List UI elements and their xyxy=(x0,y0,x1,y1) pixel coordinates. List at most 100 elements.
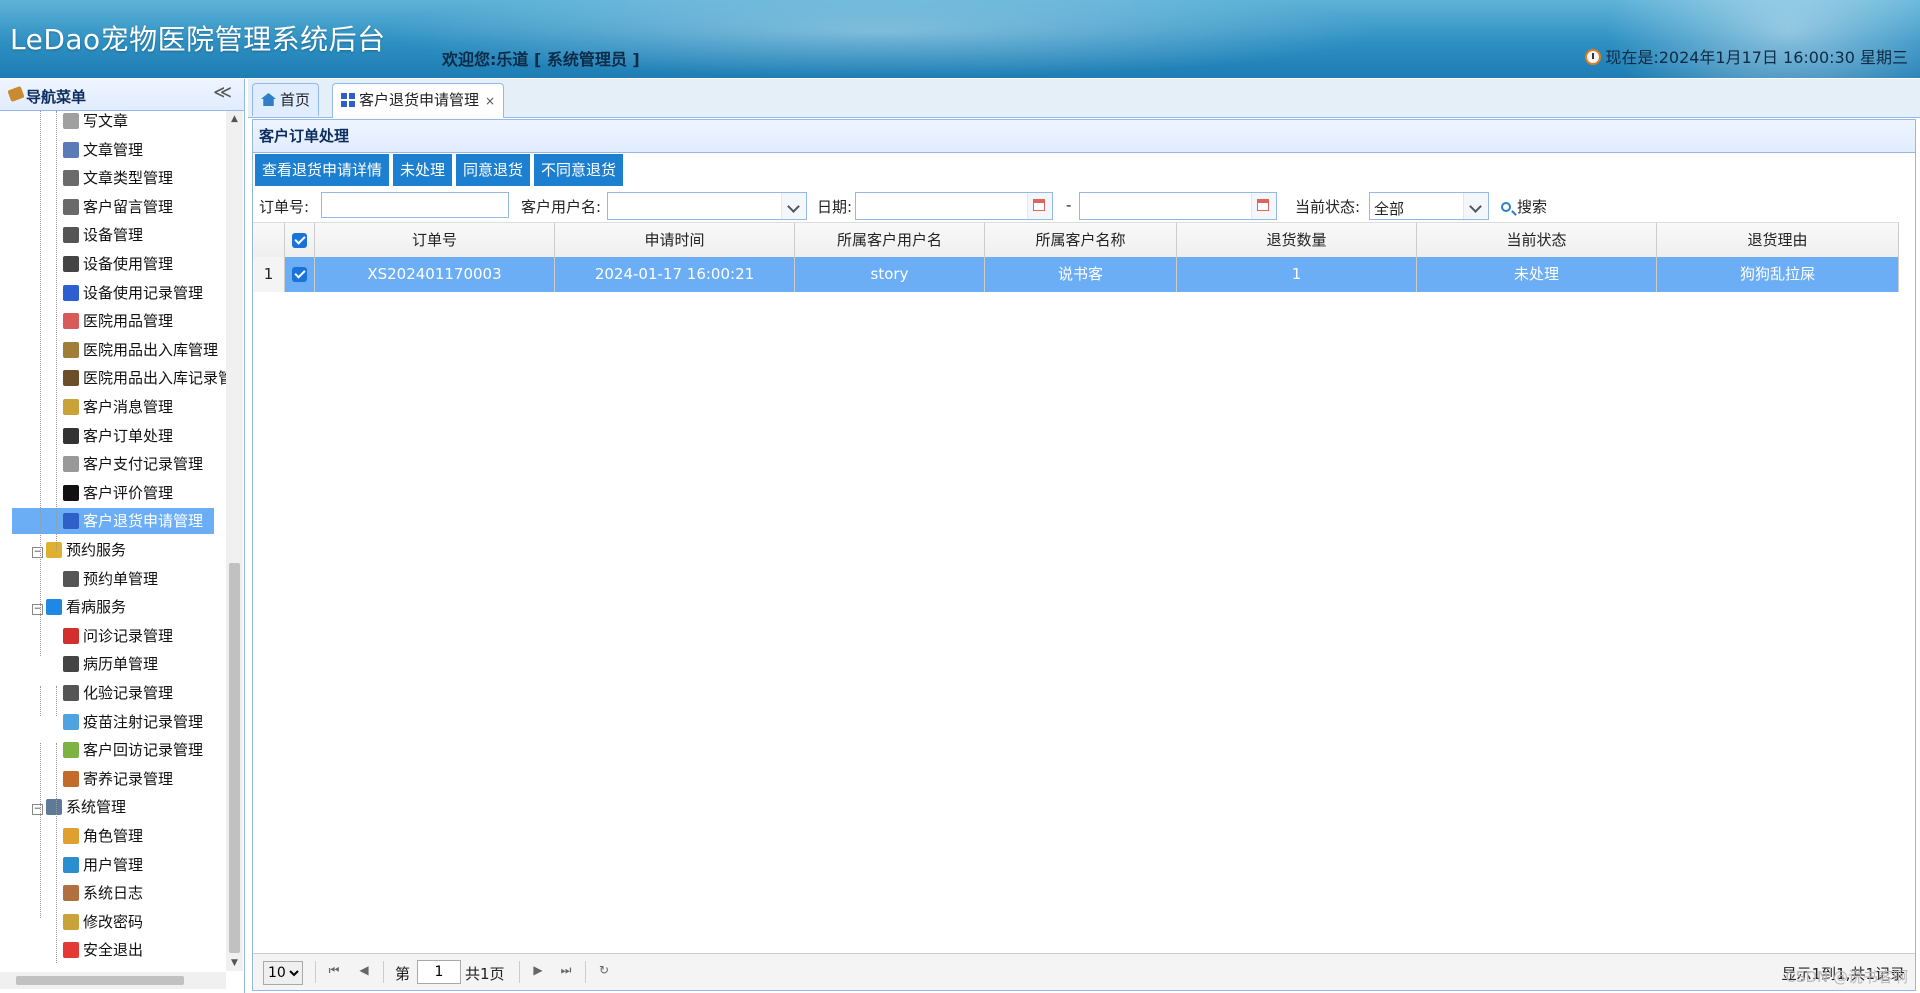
page-total: 共1页 xyxy=(465,965,505,983)
chevron-down-icon[interactable] xyxy=(781,193,806,219)
sidebar-item-label: 系统管理 xyxy=(66,798,127,817)
sidebar-item-13[interactable]: 客户评价管理 xyxy=(63,480,173,506)
date-start-input[interactable] xyxy=(855,192,1053,220)
close-icon[interactable]: × xyxy=(485,94,495,108)
first-page-icon[interactable]: ⏮ xyxy=(327,963,341,977)
tab-home[interactable]: 首页 xyxy=(252,83,320,116)
refresh-icon[interactable]: ↻ xyxy=(597,963,611,977)
cell-apply-time[interactable]: 2024-01-17 16:00:21 xyxy=(555,257,795,292)
status-select[interactable]: 全部 xyxy=(1369,192,1489,220)
sidebar-item-1[interactable]: 文章管理 xyxy=(63,137,143,163)
sidebar-item-24[interactable]: − 系统管理 xyxy=(32,794,126,820)
tree-expander-icon[interactable]: − xyxy=(32,604,43,616)
order-no-input[interactable] xyxy=(321,192,509,218)
sidebar-item-5[interactable]: 设备使用管理 xyxy=(63,251,173,277)
calendar-icon[interactable] xyxy=(1251,193,1276,219)
username-combo[interactable] xyxy=(607,192,807,220)
col-apply-time[interactable]: 申请时间 xyxy=(555,223,795,257)
sidebar-item-29[interactable]: 安全退出 xyxy=(63,937,143,963)
sidebar-item-8[interactable]: 医院用品出入库管理 xyxy=(63,337,218,363)
sidebar-item-22[interactable]: 客户回访记录管理 xyxy=(63,737,203,763)
scroll-up-icon[interactable]: ▲ xyxy=(229,114,240,124)
last-page-icon[interactable]: ⏭ xyxy=(559,963,573,977)
sidebar-item-19[interactable]: 病历单管理 xyxy=(63,651,158,677)
cell-return-qty[interactable]: 1 xyxy=(1177,257,1417,292)
select-all-checkbox[interactable] xyxy=(285,223,315,257)
sidebar-item-3[interactable]: 客户留言管理 xyxy=(63,194,173,220)
col-order-no[interactable]: 订单号 xyxy=(315,223,555,257)
app-title: LeDao宠物医院管理系统后台 xyxy=(10,23,386,56)
hscrollbar-thumb[interactable] xyxy=(16,976,184,985)
prev-page-icon[interactable]: ◀ xyxy=(357,963,371,977)
sidebar-item-2[interactable]: 文章类型管理 xyxy=(63,165,173,191)
col-reason[interactable]: 退货理由 xyxy=(1657,223,1899,257)
date-end-input[interactable] xyxy=(1079,192,1277,220)
cell-status[interactable]: 未处理 xyxy=(1417,257,1657,292)
sidebar-item-17[interactable]: − 看病服务 xyxy=(32,594,126,620)
cell-order-no[interactable]: XS202401170003 xyxy=(315,257,555,292)
col-username[interactable]: 所属客户用户名 xyxy=(795,223,985,257)
sidebar-item-label: 寄养记录管理 xyxy=(83,769,174,788)
approve-return-button[interactable]: 同意退货 xyxy=(456,154,531,186)
unprocessed-button[interactable]: 未处理 xyxy=(393,154,453,186)
sidebar-item-9[interactable]: 医院用品出入库记录管 xyxy=(63,365,226,391)
sidebar-item-14[interactable]: 客户退货申请管理 xyxy=(12,508,214,535)
sidebar-item-label: 角色管理 xyxy=(83,827,144,845)
chevron-down-icon[interactable] xyxy=(1463,193,1488,219)
sidebar-item-10[interactable]: 客户消息管理 xyxy=(63,394,173,420)
col-customer-name[interactable]: 所属客户名称 xyxy=(985,223,1177,257)
calendar-icon[interactable] xyxy=(1027,193,1052,219)
sidebar-item-12[interactable]: 客户支付记录管理 xyxy=(63,451,203,477)
tree-expander-icon[interactable]: − xyxy=(32,804,43,816)
col-status[interactable]: 当前状态 xyxy=(1417,223,1657,257)
current-datetime: 现在是:2024年1月17日 16:00:30 星期三 xyxy=(1585,44,1908,68)
app-header: LeDao宠物医院管理系统后台 欢迎您:乐道 [ 系统管理员 ] 现在是:202… xyxy=(0,0,1920,78)
visit-icon xyxy=(63,742,79,759)
cell-username[interactable]: story xyxy=(795,257,985,292)
reject-return-button[interactable]: 不同意退货 xyxy=(534,154,624,186)
username-label: 客户用户名: xyxy=(521,198,602,216)
tab-return-requests[interactable]: 客户退货申请管理 × xyxy=(332,83,505,118)
sidebar-item-26[interactable]: 用户管理 xyxy=(63,852,143,878)
type-icon xyxy=(63,170,79,187)
table-row[interactable]: 1 XS202401170003 2024-01-17 16:00:21 sto… xyxy=(253,257,1899,292)
sidebar-item-28[interactable]: 修改密码 xyxy=(63,909,143,935)
sidebar-item-0[interactable]: 写文章 xyxy=(63,111,128,134)
page-size-select[interactable]: 10 xyxy=(263,961,303,985)
sidebar-item-23[interactable]: 寄养记录管理 xyxy=(63,766,173,792)
tab-return-requests-label: 客户退货申请管理 xyxy=(359,91,480,109)
nav-tree: 写文章文章管理 文章类型管理 客户留言管理 设备管理设备使用管理设备使用记录管理医院用… xyxy=(0,111,226,971)
checkbox-checked-icon[interactable] xyxy=(292,267,307,282)
scroll-down-icon[interactable]: ▼ xyxy=(229,958,240,968)
page-number-input[interactable] xyxy=(417,960,461,984)
view-return-detail-button[interactable]: 查看退货申请详情 xyxy=(255,154,390,186)
collapse-icon[interactable]: ≪ xyxy=(213,82,232,103)
tree-expander-icon[interactable]: − xyxy=(32,547,43,558)
cell-reason[interactable]: 狗狗乱拉屎 xyxy=(1657,257,1899,292)
nav-vertical-scrollbar[interactable]: ▲ ▼ xyxy=(226,111,243,971)
sidebar-item-label: 设备使用记录管理 xyxy=(83,283,204,302)
col-return-qty[interactable]: 退货数量 xyxy=(1177,223,1417,257)
sidebar-item-21[interactable]: 疫苗注射记录管理 xyxy=(63,709,203,735)
sidebar-item-11[interactable]: 客户订单处理 xyxy=(63,423,173,449)
sidebar-item-7[interactable]: 医院用品管理 xyxy=(63,308,173,334)
key-icon xyxy=(63,913,79,930)
search-button[interactable]: 搜索 xyxy=(1501,196,1547,217)
sidebar-item-27[interactable]: 系统日志 xyxy=(63,880,143,906)
sidebar-item-6[interactable]: 设备使用记录管理 xyxy=(63,280,203,306)
sidebar-item-18[interactable]: 问诊记录管理 xyxy=(63,623,173,649)
sidebar-item-16[interactable]: 预约单管理 xyxy=(63,566,158,592)
medical-icon xyxy=(46,599,62,616)
scrollbar-thumb[interactable] xyxy=(229,563,240,953)
next-page-icon[interactable]: ▶ xyxy=(531,963,545,977)
nav-horizontal-scrollbar[interactable] xyxy=(0,972,226,989)
row-checkbox[interactable] xyxy=(285,257,315,292)
sidebar-item-label: 医院用品出入库记录管 xyxy=(83,369,226,388)
sidebar-item-20[interactable]: 化验记录管理 xyxy=(63,680,173,706)
checkbox-checked-icon[interactable] xyxy=(292,233,307,248)
sidebar-item-15[interactable]: − 预约服务 xyxy=(32,537,126,563)
cell-customer-name[interactable]: 说书客 xyxy=(985,257,1177,292)
sidebar-item-label: 疫苗注射记录管理 xyxy=(83,712,204,731)
sidebar-item-4[interactable]: 设备管理 xyxy=(63,222,143,248)
sidebar-item-25[interactable]: 角色管理 xyxy=(63,823,143,849)
